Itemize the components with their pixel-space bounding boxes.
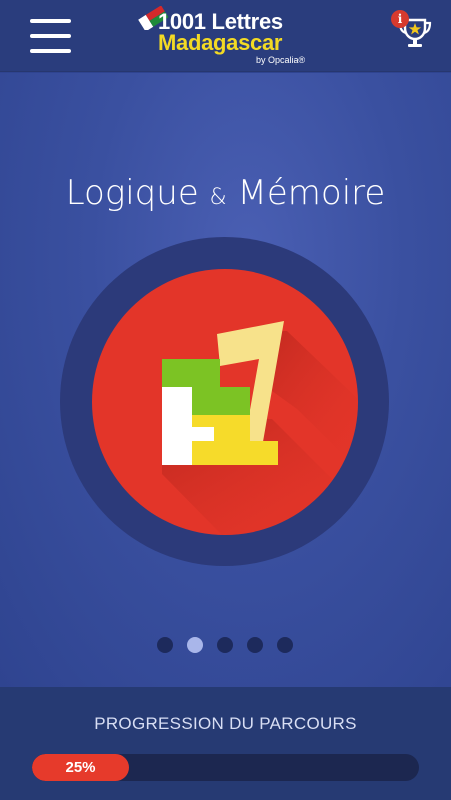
- menu-line: [30, 34, 71, 38]
- progress-panel: PROGRESSION DU PARCOURS 25%: [0, 687, 451, 800]
- title-ampersand: &: [209, 185, 227, 210]
- top-bar: 1001 Lettres Madagascar by Opcalia® i: [0, 0, 451, 72]
- slide-icon-circle[interactable]: [92, 269, 358, 535]
- pagination-dot[interactable]: [217, 637, 233, 653]
- app-logo: 1001 Lettres Madagascar by Opcalia®: [132, 4, 322, 70]
- pagination-dot-active[interactable]: [187, 637, 203, 653]
- info-icon[interactable]: i: [391, 10, 409, 28]
- title-part1: Logique: [65, 173, 199, 213]
- pagination-dot[interactable]: [247, 637, 263, 653]
- slide-area: Logique & Mémoire: [0, 73, 451, 687]
- pagination-dot[interactable]: [277, 637, 293, 653]
- pagination-dot[interactable]: [157, 637, 173, 653]
- menu-line: [30, 19, 71, 23]
- progress-label: PROGRESSION DU PARCOURS: [94, 714, 357, 733]
- progress-value: 25%: [65, 759, 96, 776]
- tetris-blocks-icon: [162, 321, 358, 535]
- title-part2: Mémoire: [237, 173, 386, 213]
- menu-line: [30, 49, 71, 53]
- slide-title: Logique & Mémoire: [0, 173, 451, 213]
- slide-pagination: [0, 637, 451, 657]
- progress-bar: 25%: [32, 754, 419, 781]
- logo-title-line2: Madagascar: [158, 30, 283, 55]
- trophy-button[interactable]: i: [391, 10, 435, 52]
- logo-byline: by Opcalia®: [256, 55, 306, 65]
- hamburger-menu-icon[interactable]: [30, 19, 71, 53]
